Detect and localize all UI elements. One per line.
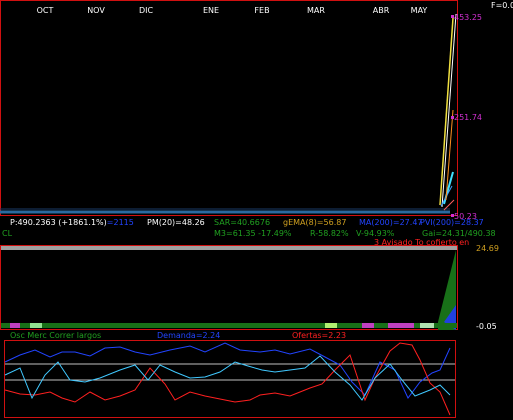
oscillator-chart xyxy=(4,342,455,416)
